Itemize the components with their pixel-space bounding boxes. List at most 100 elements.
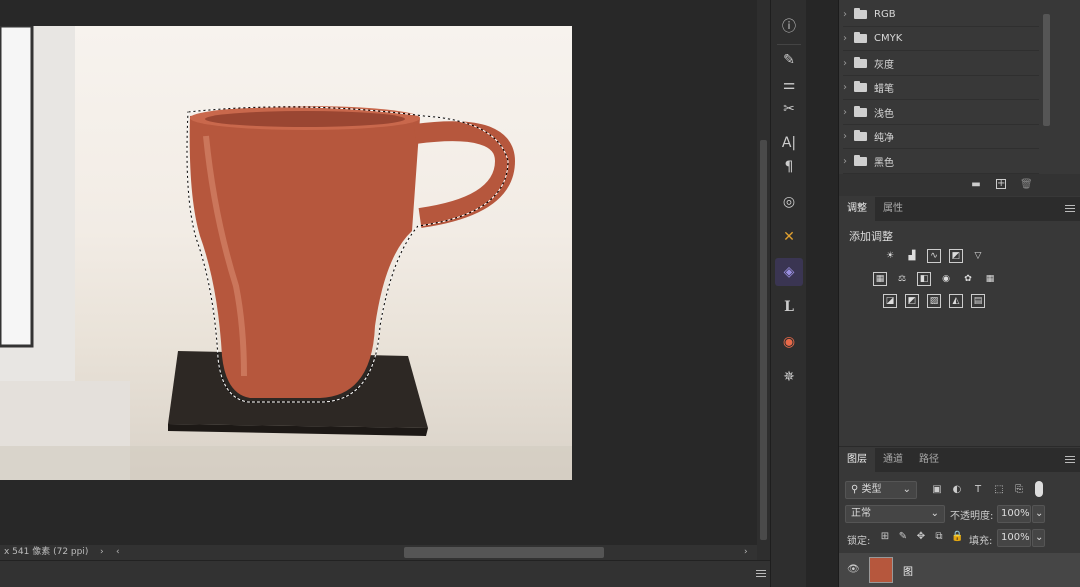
lock-pixels-icon[interactable]: ✎ — [897, 531, 909, 543]
layers-menu-icon[interactable] — [1065, 456, 1075, 463]
fill-dropdown[interactable]: ⌄ — [1032, 529, 1045, 547]
chevron-down-icon: ⌄ — [930, 508, 939, 519]
layers-tabs: 图层 通道 路径 — [839, 448, 1080, 472]
swatch-group-gray[interactable]: › 灰度 — [843, 52, 1039, 76]
type-filter-icon[interactable]: T — [972, 484, 984, 496]
eye-icon[interactable]: 👁 — [847, 564, 860, 576]
blend-mode-select[interactable]: 正常 ⌄ — [845, 505, 945, 523]
color-lookup-icon[interactable]: ▦ — [983, 272, 997, 286]
pixel-filter-icon[interactable]: ▣ — [931, 484, 943, 496]
swatch-group-light[interactable]: › 浅色 — [843, 101, 1039, 125]
folder-icon[interactable]: ▬ — [970, 179, 982, 191]
info-icon[interactable]: ⓘ — [775, 12, 803, 40]
paragraph-icon[interactable]: ¶ — [775, 153, 803, 181]
layer-filter-select[interactable]: ⚲ 类型 ⌄ — [845, 481, 917, 499]
eraser-icon[interactable]: ◈ — [775, 258, 803, 286]
channel-mixer-icon[interactable]: ✿ — [961, 272, 975, 286]
swatch-group-black[interactable]: › 黑色 — [843, 150, 1039, 174]
trash-icon[interactable]: 🗑 — [1020, 179, 1033, 191]
selective-color-icon[interactable]: ◭ — [949, 294, 963, 308]
panel-menu-icon[interactable] — [1065, 205, 1075, 212]
adjustment-row-2: ▦ ⚖ ◧ ◉ ✿ ▦ — [873, 272, 997, 286]
photo-mug — [0, 26, 572, 480]
chevron-down-icon: ⌄ — [902, 484, 911, 495]
brightness-icon[interactable]: ☀ — [883, 249, 897, 263]
swatches-scroll-thumb[interactable] — [1043, 14, 1050, 126]
brush-settings-icon[interactable]: ✎ — [775, 46, 803, 74]
lock-transparent-icon[interactable]: ⊞ — [879, 531, 891, 543]
tab-paths[interactable]: 路径 — [911, 448, 947, 472]
tab-channels[interactable]: 通道 — [875, 448, 911, 472]
levels-icon[interactable]: ▟ — [905, 249, 919, 263]
status-arrow-icon[interactable]: › — [100, 545, 104, 560]
horizontal-scroll-thumb[interactable] — [404, 547, 604, 558]
right-panels: › RGB › CMYK › 灰度 › 蜡笔 › 浅色 › 纯净 › 黑色 ▬ + 🗑 调整 … — [838, 0, 1080, 587]
posterize-icon[interactable]: ◩ — [905, 294, 919, 308]
clone-source-icon[interactable]: ◎ — [775, 188, 803, 216]
document-canvas[interactable] — [0, 26, 572, 480]
photo-filter-icon[interactable]: ◉ — [939, 272, 953, 286]
curves-icon[interactable]: ∿ — [927, 249, 941, 263]
shape-filter-icon[interactable]: ⬚ — [993, 484, 1005, 496]
lock-all-icon[interactable]: 🔒 — [951, 531, 963, 543]
invert-icon[interactable]: ◪ — [883, 294, 897, 308]
camera-icon[interactable]: ◉ — [775, 328, 803, 356]
swatch-group-rgb[interactable]: › RGB — [843, 3, 1039, 27]
swatch-group-pastel[interactable]: › 蜡笔 — [843, 76, 1039, 100]
layer-thumbnail — [869, 557, 893, 583]
vibrance-icon[interactable]: ▽ — [971, 249, 985, 263]
adjustments-tabs: 调整 属性 — [839, 197, 1080, 221]
swatch-group-cmyk[interactable]: › CMYK — [843, 27, 1039, 51]
folder-icon — [854, 130, 867, 141]
folder-icon — [854, 57, 867, 68]
fill-field[interactable]: 100% — [997, 529, 1031, 547]
adjustment-row-1: ☀ ▟ ∿ ◩ ▽ — [883, 249, 985, 263]
black-white-icon[interactable]: ◧ — [917, 272, 931, 286]
folder-icon — [854, 155, 867, 166]
folder-icon — [854, 106, 867, 117]
lock-position-icon[interactable]: ✥ — [915, 531, 927, 543]
swatch-group-pure[interactable]: › 纯净 — [843, 125, 1039, 149]
scroll-left-icon[interactable]: ‹ — [116, 545, 120, 560]
artboard-icon[interactable]: ⧉ — [933, 531, 945, 543]
bottom-menu-icon[interactable] — [756, 570, 766, 577]
folder-icon — [854, 32, 867, 43]
threshold-icon[interactable]: ▨ — [927, 294, 941, 308]
smart-object-filter-icon[interactable]: ⎘ — [1013, 484, 1025, 496]
libraries-icon[interactable]: L — [775, 293, 803, 321]
tab-adjustments[interactable]: 调整 — [839, 197, 875, 221]
exposure-icon[interactable]: ◩ — [949, 249, 963, 263]
opacity-field[interactable]: 100% — [997, 505, 1031, 523]
filter-toggle[interactable] — [1035, 481, 1043, 497]
folder-icon — [854, 81, 867, 92]
color-balance-icon[interactable]: ⚖ — [895, 272, 909, 286]
layer-name: 图 — [903, 567, 913, 578]
panel-gap — [806, 0, 838, 587]
swatches-footer: ▬ + 🗑 — [839, 174, 1080, 196]
new-icon[interactable]: + — [996, 179, 1006, 189]
search-icon: ⚲ — [851, 484, 859, 495]
bottom-strip — [0, 560, 770, 587]
document-size-text: x 541 像素 (72 ppi) — [4, 547, 89, 557]
tab-layers[interactable]: 图层 — [839, 448, 875, 472]
opacity-dropdown[interactable]: ⌄ — [1032, 505, 1045, 523]
scroll-right-icon[interactable]: › — [744, 545, 748, 560]
vertical-scrollbar[interactable] — [757, 0, 770, 560]
gradient-map-icon[interactable]: ▤ — [971, 294, 985, 308]
layer-row[interactable]: 👁 图 — [839, 553, 1080, 587]
vertical-scroll-thumb[interactable] — [760, 140, 767, 540]
hue-saturation-icon[interactable]: ▦ — [873, 272, 887, 286]
ship-wheel-icon[interactable]: ✵ — [775, 363, 803, 391]
add-adjustment-heading: 添加调整 — [849, 230, 893, 243]
panel-icon-column: ⓘ ✎ ⚌ ✂ A| ¶ ◎ ✕ ◈ L ◉ ✵ — [770, 0, 806, 587]
tab-properties[interactable]: 属性 — [875, 197, 911, 221]
folder-icon — [854, 8, 867, 19]
status-bar: x 541 像素 (72 ppi) › ‹ › — [0, 545, 757, 560]
canvas-area[interactable] — [0, 0, 757, 545]
lock-label: 锁定: — [847, 536, 871, 547]
adjustment-filter-icon[interactable]: ◐ — [951, 484, 963, 496]
plugin-icon[interactable]: ✕ — [775, 223, 803, 251]
tools-icon[interactable]: ✂ — [775, 95, 803, 123]
opacity-label: 不透明度: — [950, 511, 994, 522]
adjustment-row-3: ◪ ◩ ▨ ◭ ▤ — [883, 294, 985, 308]
